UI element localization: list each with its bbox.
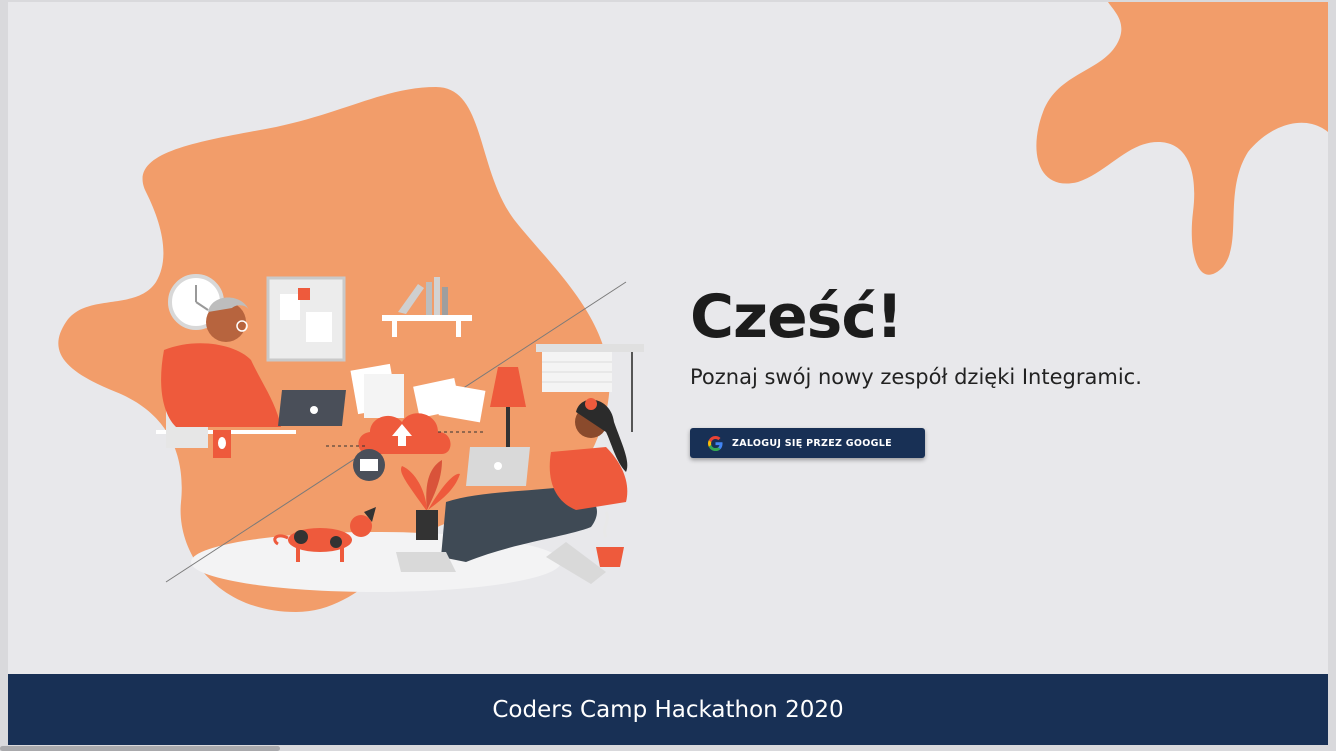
footer: Coders Camp Hackathon 2020 bbox=[8, 674, 1328, 745]
horizontal-scrollbar[interactable] bbox=[0, 745, 1336, 751]
teamwork-illustration bbox=[58, 87, 644, 612]
page: Cześć! Poznaj swój nowy zespół dzięki In… bbox=[8, 2, 1328, 745]
google-login-label: ZALOGUJ SIĘ PRZEZ GOOGLE bbox=[732, 437, 892, 449]
page-title: Cześć! bbox=[690, 282, 903, 352]
hero-section: Cześć! Poznaj swój nowy zespół dzięki In… bbox=[690, 282, 1142, 459]
google-icon bbox=[708, 435, 723, 451]
page-subtitle: Poznaj swój nowy zespół dzięki Integrami… bbox=[690, 365, 1142, 389]
decorative-blob-top-right bbox=[1036, 2, 1328, 275]
google-login-button[interactable]: ZALOGUJ SIĘ PRZEZ GOOGLE bbox=[690, 428, 925, 459]
scrollbar-thumb[interactable] bbox=[0, 746, 280, 751]
mail-icon bbox=[353, 449, 385, 481]
footer-text: Coders Camp Hackathon 2020 bbox=[492, 696, 844, 723]
